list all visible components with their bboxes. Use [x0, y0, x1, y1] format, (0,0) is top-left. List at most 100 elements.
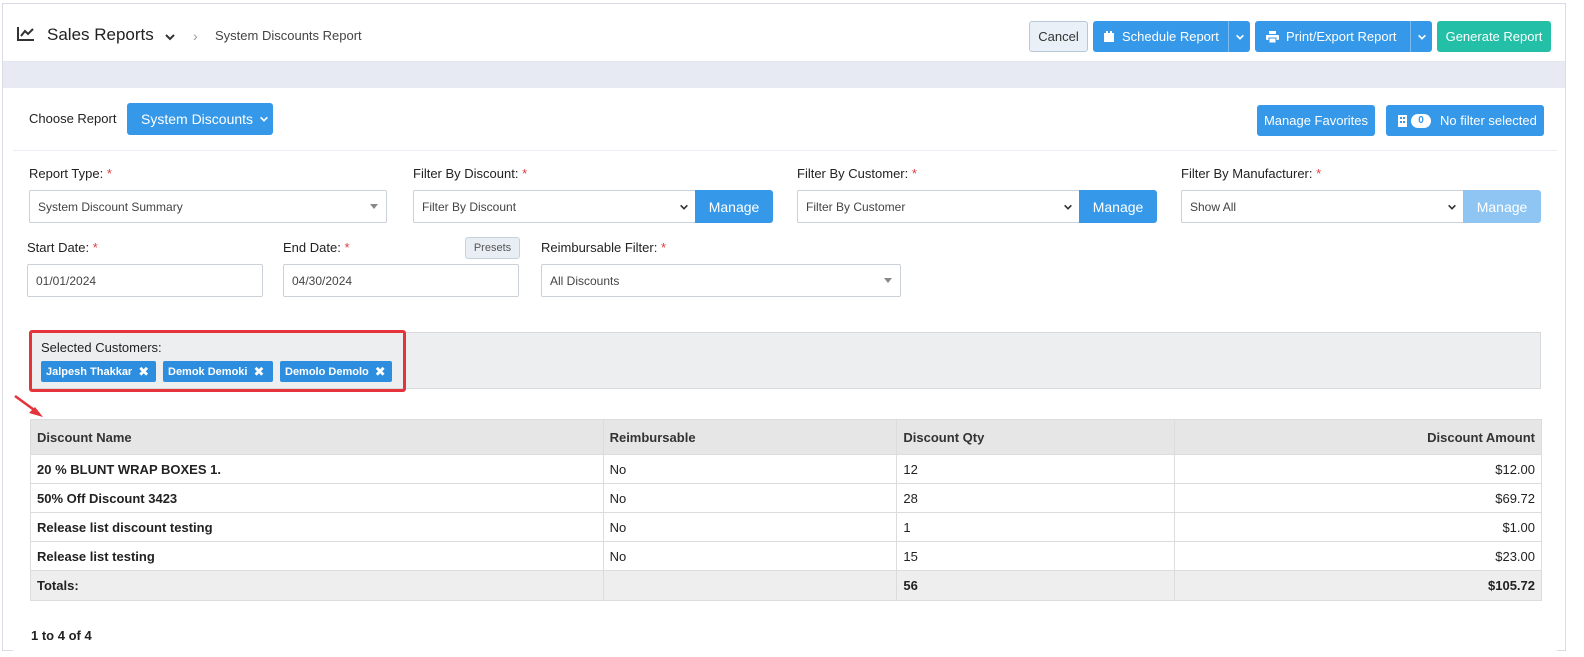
presets-button[interactable]: Presets: [465, 237, 520, 259]
chevron-down-icon: [260, 116, 268, 122]
choose-report-value: System Discounts: [141, 111, 254, 127]
discount-name-cell: 50% Off Discount 3423: [30, 483, 604, 513]
discount-filter-value: Filter By Discount: [422, 199, 517, 214]
totals-row: Totals: 56 $105.72: [30, 570, 1542, 601]
reimbursable-cell: No: [602, 512, 898, 542]
close-icon[interactable]: ✖: [375, 364, 386, 380]
generate-report-button[interactable]: Generate Report: [1437, 21, 1551, 52]
manage-customer-button[interactable]: Manage: [1079, 190, 1157, 223]
caret-down-icon: [370, 204, 378, 209]
manufacturer-filter-label: Filter By Manufacturer: *: [1181, 166, 1322, 181]
schedule-report-label: Schedule Report: [1122, 29, 1219, 44]
print-dropdown-toggle[interactable]: [1410, 21, 1432, 52]
chevron-down-icon: [680, 204, 688, 210]
end-date-label: End Date: *: [283, 240, 350, 255]
manage-discount-button[interactable]: Manage: [695, 190, 773, 223]
reimbursable-cell: No: [602, 483, 898, 513]
discount-amount-cell: $69.72: [1174, 483, 1542, 513]
discount-qty-cell: 1: [896, 512, 1176, 542]
reimbursable-cell: No: [602, 541, 898, 571]
chevron-down-icon: [1417, 34, 1426, 40]
table-row: Release list discount testing No 1 $1.00: [30, 512, 1542, 542]
start-date-input[interactable]: 01/01/2024: [27, 264, 263, 297]
chevron-down-icon: [1064, 204, 1072, 210]
divider: [13, 150, 1557, 151]
choose-report-label: Choose Report: [29, 111, 117, 126]
close-icon[interactable]: ✖: [138, 364, 149, 380]
table-header-row: Discount Name Reimbursable Discount Qty …: [30, 419, 1542, 455]
customer-tag-label: Demolo Demolo: [285, 365, 369, 378]
report-type-select[interactable]: System Discount Summary: [29, 190, 387, 223]
totals-label: Totals:: [30, 570, 604, 601]
printer-icon: [1266, 30, 1279, 43]
cancel-button[interactable]: Cancel: [1029, 21, 1088, 52]
table-row: 50% Off Discount 3423 No 28 $69.72: [30, 483, 1542, 513]
discount-name-cell: Release list discount testing: [30, 512, 604, 542]
caret-down-icon: [884, 278, 892, 283]
report-type-value: System Discount Summary: [38, 199, 183, 214]
column-header-reimbursable[interactable]: Reimbursable: [602, 419, 898, 455]
discount-name-cell: Release list testing: [30, 541, 604, 571]
discount-amount-cell: $23.00: [1174, 541, 1542, 571]
customer-tag[interactable]: Demok Demoki ✖: [163, 361, 273, 382]
building-icon: [1398, 114, 1407, 127]
schedule-report-button[interactable]: Schedule Report: [1093, 21, 1250, 52]
column-header-discount-qty[interactable]: Discount Qty: [896, 419, 1176, 455]
reimbursable-filter-value: All Discounts: [550, 273, 620, 288]
discount-table: Discount Name Reimbursable Discount Qty …: [30, 419, 1542, 601]
breadcrumb-separator-icon: ›: [193, 28, 198, 44]
reimbursable-filter-select[interactable]: All Discounts: [541, 264, 901, 297]
customer-tag[interactable]: Demolo Demolo ✖: [280, 361, 392, 382]
discount-qty-cell: 28: [896, 483, 1176, 513]
manage-manufacturer-button[interactable]: Manage: [1463, 190, 1541, 223]
column-header-discount-name[interactable]: Discount Name: [30, 419, 604, 455]
print-export-label: Print/Export Report: [1286, 29, 1397, 44]
report-window: Sales Reports › System Discounts Report …: [2, 3, 1566, 652]
schedule-dropdown-toggle[interactable]: [1228, 21, 1250, 52]
app-title[interactable]: Sales Reports: [47, 25, 154, 45]
manufacturer-filter-value: Show All: [1190, 199, 1237, 214]
customer-filter-label: Filter By Customer: *: [797, 166, 917, 181]
filter-summary-label: No filter selected: [1440, 113, 1537, 128]
manage-favorites-button[interactable]: Manage Favorites: [1257, 105, 1375, 136]
table-row: Release list testing No 15 $23.00: [30, 541, 1542, 571]
customer-filter-select[interactable]: Filter By Customer: [797, 190, 1080, 223]
column-header-discount-amount[interactable]: Discount Amount: [1174, 419, 1542, 455]
breadcrumb: System Discounts Report: [215, 28, 362, 43]
table-row: 20 % BLUNT WRAP BOXES 1. No 12 $12.00: [30, 454, 1542, 484]
chevron-down-icon: [1235, 34, 1244, 40]
totals-reimbursable-cell: [602, 570, 898, 601]
filter-summary-button[interactable]: 0 No filter selected: [1386, 105, 1544, 136]
reimbursable-filter-label: Reimbursable Filter: *: [541, 240, 667, 255]
pagination-summary: 1 to 4 of 4: [31, 628, 92, 643]
line-chart-icon: [17, 27, 34, 41]
filter-count-badge: 0: [1411, 113, 1431, 128]
report-card: Choose Report System Discounts Manage Fa…: [13, 88, 1557, 652]
print-export-button[interactable]: Print/Export Report: [1255, 21, 1432, 52]
start-date-label: Start Date: *: [27, 240, 98, 255]
customer-tag-label: Jalpesh Thakkar: [46, 365, 133, 378]
customer-tag-label: Demok Demoki: [168, 365, 248, 378]
top-bar: Sales Reports › System Discounts Report …: [3, 4, 1565, 62]
discount-amount-cell: $12.00: [1174, 454, 1542, 484]
chevron-down-icon[interactable]: [164, 31, 176, 43]
chevron-down-icon: [1448, 204, 1456, 210]
calendar-icon: [1104, 30, 1114, 42]
discount-qty-cell: 15: [896, 541, 1176, 571]
discount-filter-select[interactable]: Filter By Discount: [413, 190, 696, 223]
totals-amount: $105.72: [1174, 570, 1542, 601]
selected-customers-label: Selected Customers:: [41, 340, 162, 355]
customer-tag[interactable]: Jalpesh Thakkar ✖: [41, 361, 156, 382]
choose-report-dropdown[interactable]: System Discounts: [127, 103, 273, 135]
discount-qty-cell: 12: [896, 454, 1176, 484]
report-type-label: Report Type: *: [29, 166, 112, 181]
discount-filter-label: Filter By Discount: *: [413, 166, 528, 181]
customer-filter-value: Filter By Customer: [806, 199, 906, 214]
reimbursable-cell: No: [602, 454, 898, 484]
discount-name-cell: 20 % BLUNT WRAP BOXES 1.: [30, 454, 604, 484]
end-date-input[interactable]: 04/30/2024: [283, 264, 519, 297]
discount-amount-cell: $1.00: [1174, 512, 1542, 542]
close-icon[interactable]: ✖: [253, 364, 264, 380]
header-band: [3, 62, 1565, 88]
manufacturer-filter-select[interactable]: Show All: [1181, 190, 1464, 223]
